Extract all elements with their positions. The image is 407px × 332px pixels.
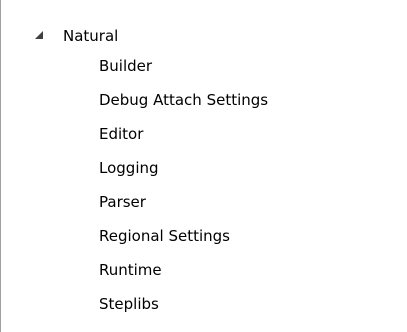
settings-tree: Natural Builder Debug Attach Settings Ed… xyxy=(0,0,407,332)
tree-node-builder[interactable]: Builder xyxy=(99,54,152,78)
tree-node-natural[interactable]: Natural xyxy=(63,24,118,48)
tree-node-logging[interactable]: Logging xyxy=(99,156,159,180)
tree-node-runtime[interactable]: Runtime xyxy=(99,258,162,282)
tree-node-parser[interactable]: Parser xyxy=(99,190,146,214)
tree-node-regional-settings[interactable]: Regional Settings xyxy=(99,224,230,248)
tree-node-editor[interactable]: Editor xyxy=(99,122,143,146)
tree-node-steplibs[interactable]: Steplibs xyxy=(99,292,159,316)
triangle-expanded-icon[interactable] xyxy=(35,31,44,40)
tree-node-debug-attach-settings[interactable]: Debug Attach Settings xyxy=(99,88,268,112)
